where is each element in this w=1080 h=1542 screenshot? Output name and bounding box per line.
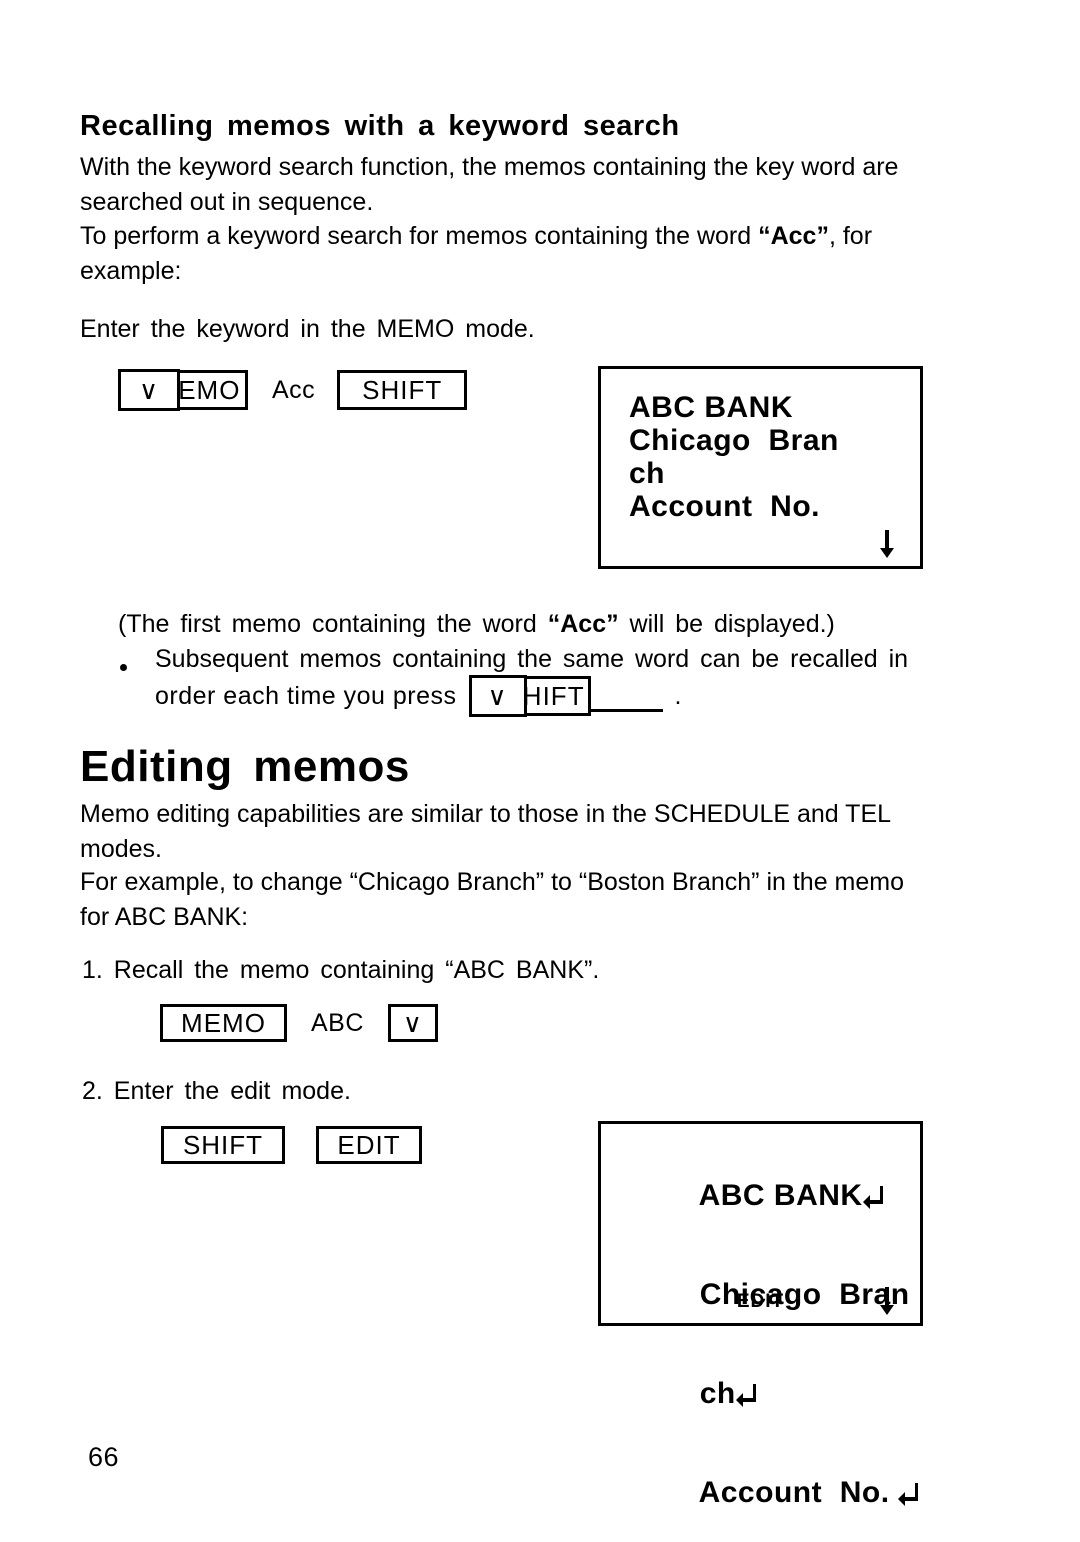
- lcd-line: Account No.: [629, 490, 820, 523]
- key-label: MEMO: [181, 1007, 266, 1038]
- lcd-line-text: ch: [699, 1377, 736, 1410]
- paragraph-line: Memo editing capabilities are similar to…: [80, 800, 892, 828]
- chevron-down-icon: ∨: [138, 375, 160, 405]
- key-down-chevron[interactable]: ∨: [118, 369, 180, 411]
- page-number: 66: [88, 1442, 120, 1472]
- paragraph-line: example:: [80, 257, 182, 285]
- section-heading-recalling-memos: Recalling memos with a keyword search: [80, 110, 680, 142]
- key-stack-chevron-shift: SHIFT ∨: [468, 675, 591, 717]
- step-1-text: 1. Recall the memo containing “ABC BANK”…: [82, 956, 600, 984]
- key-sequence-step-1: MEMO ABC ∨: [160, 1004, 438, 1042]
- carriage-return-icon: [735, 1384, 756, 1407]
- lcd-line: ch: [629, 1344, 920, 1443]
- paragraph-text: , for: [828, 222, 873, 250]
- key-shift[interactable]: SHIFT: [337, 370, 468, 410]
- note-text: (The first memo containing the word: [118, 610, 548, 638]
- carriage-return-icon: [862, 1186, 883, 1209]
- lcd-line-text: Account No.: [698, 1476, 899, 1509]
- down-arrow-icon: [880, 1287, 894, 1315]
- key-down-chevron[interactable]: ∨: [468, 675, 527, 717]
- key-label: SHIFT: [362, 374, 443, 405]
- step-2-text: 2. Enter the edit mode.: [82, 1077, 351, 1105]
- lcd-line: Chicago Bran: [629, 424, 839, 457]
- note-text: will be displayed.): [618, 610, 835, 638]
- typed-text-acc: Acc: [272, 375, 316, 404]
- bullet-text: .: [674, 681, 682, 710]
- paragraph-line: searched out in sequence.: [80, 188, 374, 216]
- paragraph-line: modes.: [80, 835, 162, 863]
- lcd-line: Account No.: [629, 1443, 920, 1542]
- paragraph-keyword-search-example: To perform a keyword search for memos co…: [80, 219, 926, 289]
- paragraph-editing-example: For example, to change “Chicago Branch” …: [80, 865, 926, 935]
- chevron-down-icon: ∨: [487, 681, 508, 711]
- key-sequence-step-2: SHIFT EDIT: [161, 1126, 422, 1164]
- section-heading-editing-memos: Editing memos: [80, 742, 410, 791]
- key-underline-rule: [590, 709, 663, 712]
- bullet-subsequent-memos-line1: Subsequent memos containing the same wor…: [155, 645, 909, 673]
- paragraph-line: With the keyword search function, the me…: [80, 153, 899, 181]
- typed-text-abc: ABC: [311, 1008, 364, 1037]
- chevron-down-icon: ∨: [402, 1008, 423, 1038]
- key-shift[interactable]: SHIFT: [161, 1126, 285, 1164]
- lcd-line: ABC BANK: [629, 391, 793, 424]
- quoted-keyword: “Acc”: [758, 222, 829, 250]
- key-stack-chevron-memo: MEMO ∨: [118, 369, 248, 411]
- key-edit[interactable]: EDIT: [316, 1126, 422, 1164]
- note-first-memo-displayed: (The first memo containing the word “Acc…: [118, 607, 835, 642]
- key-label: SHIFT: [182, 1129, 264, 1160]
- manual-page: Recalling memos with a keyword search Wi…: [0, 0, 1080, 1523]
- bullet-point-icon: [120, 664, 127, 671]
- key-label: EDIT: [337, 1129, 401, 1160]
- lcd-line: ch: [629, 457, 666, 490]
- down-arrow-icon: [880, 530, 894, 558]
- lcd-display-edit-mode: ABC BANK Chicago Bran ch Account No. EDI…: [598, 1121, 923, 1509]
- paragraph-line: For example, to change “Chicago Branch” …: [80, 868, 905, 896]
- instruction-enter-keyword: Enter the keyword in the MEMO mode.: [80, 315, 535, 343]
- lcd-status-edit: EDIT: [736, 1291, 785, 1312]
- bullet-subsequent-memos-line2: order each time you press SHIFT ∨ .: [155, 675, 682, 717]
- key-down-chevron[interactable]: ∨: [387, 1004, 438, 1042]
- carriage-return-icon: [898, 1483, 919, 1506]
- bullet-text: order each time you press: [155, 681, 457, 710]
- lcd-line-text: ABC BANK: [698, 1179, 863, 1212]
- lcd-line: ABC BANK: [629, 1146, 920, 1245]
- quoted-keyword: “Acc”: [547, 610, 619, 638]
- lcd-display-memo-found: ABC BANK Chicago Bran ch Account No.: [598, 366, 923, 569]
- key-memo[interactable]: MEMO: [160, 1004, 287, 1042]
- paragraph-line: for ABC BANK:: [80, 903, 249, 931]
- paragraph-text: To perform a keyword search for memos co…: [80, 222, 759, 250]
- key-sequence-memo-search: MEMO ∨ Acc SHIFT: [118, 369, 468, 411]
- paragraph-keyword-search-intro: With the keyword search function, the me…: [80, 150, 926, 220]
- paragraph-editing-capabilities: Memo editing capabilities are similar to…: [80, 797, 926, 867]
